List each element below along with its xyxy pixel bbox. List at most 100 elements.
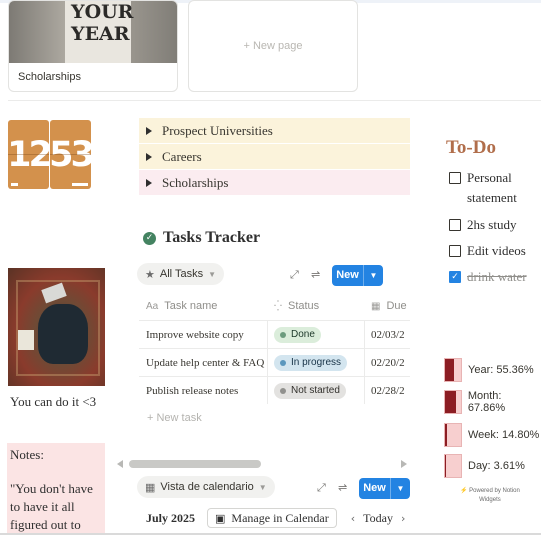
new-button-label: New: [359, 478, 391, 499]
previous-month-icon[interactable]: ‹: [351, 512, 355, 525]
task-name-cell[interactable]: Improve website copy: [139, 321, 268, 348]
status-badge[interactable]: Done: [274, 326, 321, 343]
status-dot-icon: [280, 359, 286, 366]
toggle-arrow-icon[interactable]: [146, 178, 152, 187]
table-header: Aa Task name ⁛ Status ▦ Due: [139, 292, 410, 320]
powered-line-2: Widgets: [479, 497, 501, 503]
view-selector-calendar[interactable]: ▦ Vista de calendario ▼: [137, 476, 275, 498]
todo-label[interactable]: drink water: [467, 267, 527, 287]
bolt-icon: ⚡: [460, 488, 468, 494]
due-date-cell[interactable]: 02/20/2: [365, 349, 410, 376]
status-dot-icon: [280, 331, 286, 338]
gallery-card-scholarships[interactable]: YOUR YEAR Scholarships: [8, 0, 178, 92]
status-badge[interactable]: In progress: [274, 354, 348, 371]
progress-fill: [445, 455, 446, 477]
photo-person: [38, 304, 88, 364]
calendar-icon: ▦: [145, 481, 156, 494]
todo-checkbox[interactable]: [449, 172, 461, 184]
study-photo: [8, 268, 105, 386]
toggle-scholarships[interactable]: Scholarships: [139, 170, 410, 195]
new-page-label: + New page: [243, 40, 303, 52]
poster-line-1: YOUR: [71, 1, 134, 23]
toggle-arrow-icon[interactable]: [146, 152, 152, 161]
status-property-icon: ⁛: [274, 300, 282, 312]
todo-item[interactable]: 2hs study: [449, 215, 516, 235]
status-dot-icon: [280, 387, 286, 394]
clock-hours: 12: [7, 120, 53, 189]
progress-label: Week: 14.80%: [468, 429, 540, 441]
poster-image: YOUR YEAR: [65, 1, 134, 63]
chevron-down-icon[interactable]: ▼: [364, 271, 383, 280]
todo-item[interactable]: ✓ drink water: [449, 267, 527, 287]
progress-label: Year: 55.36%: [468, 364, 534, 376]
todo-label[interactable]: Edit videos: [467, 241, 526, 261]
check-circle-icon: ✓: [143, 231, 156, 245]
next-month-icon[interactable]: ›: [401, 512, 405, 525]
progress-label: Month: 67.86%: [467, 390, 506, 414]
new-task-row[interactable]: + New task: [147, 412, 202, 424]
task-name-cell[interactable]: Publish release notes: [139, 377, 268, 404]
manage-in-calendar-button[interactable]: ▣ Manage in Calendar: [207, 508, 337, 528]
filter-settings-icon[interactable]: ⇌: [338, 481, 347, 494]
notes-title: Notes:: [10, 447, 44, 462]
todo-item[interactable]: Personal statement: [449, 168, 535, 208]
card-cover-image: YOUR YEAR: [9, 1, 177, 63]
todo-label[interactable]: 2hs study: [467, 215, 516, 235]
due-date-cell[interactable]: 02/03/2: [365, 321, 410, 348]
progress-label: Day: 3.61%: [468, 460, 525, 472]
todo-checkbox[interactable]: [449, 245, 461, 257]
filter-settings-icon[interactable]: ⇌: [311, 268, 320, 281]
column-header-due[interactable]: Due: [386, 300, 406, 312]
new-task-button[interactable]: New ▼: [332, 265, 383, 286]
calendar-month: July 2025: [146, 510, 196, 525]
table-row[interactable]: Publish release notes Not started 02/28/…: [139, 376, 410, 404]
tasks-tracker-title[interactable]: ✓ Tasks Tracker: [143, 229, 260, 247]
scroll-left-icon[interactable]: [117, 460, 123, 468]
due-date-cell[interactable]: 02/28/2: [365, 377, 410, 404]
progress-bar: [444, 358, 462, 382]
notes-callout[interactable]: Notes: "You don't have to have it all fi…: [7, 443, 105, 535]
toggle-careers[interactable]: Careers: [139, 144, 410, 169]
todo-item[interactable]: Edit videos: [449, 241, 526, 261]
expand-icon[interactable]: ⤢: [317, 481, 326, 495]
table-row[interactable]: Improve website copy Done 02/03/2: [139, 320, 410, 348]
todo-checkbox-checked[interactable]: ✓: [449, 271, 461, 283]
motivation-caption: You can do it <3: [10, 394, 97, 409]
powered-by-note[interactable]: ⚡ Powered by Notion Widgets: [460, 487, 520, 505]
chevron-down-icon[interactable]: ▼: [391, 484, 410, 493]
view-selector-all-tasks[interactable]: ★ All Tasks ▼: [137, 263, 224, 285]
progress-year: Year: 55.36%: [444, 358, 534, 382]
poster-line-2: YEAR: [71, 23, 130, 45]
status-badge[interactable]: Not started: [274, 382, 346, 399]
photo-paper: [18, 330, 34, 350]
text-property-icon: Aa: [146, 300, 159, 312]
today-button[interactable]: Today: [363, 511, 393, 526]
task-name-cell[interactable]: Update help center & FAQ: [139, 349, 268, 376]
column-header-task-name[interactable]: Task name: [164, 300, 217, 312]
progress-bar: [444, 454, 462, 478]
toggle-label: Prospect Universities: [162, 122, 273, 138]
scrollbar-thumb[interactable]: [129, 460, 261, 468]
horizontal-scrollbar[interactable]: [117, 458, 407, 470]
toggle-arrow-icon[interactable]: [146, 126, 152, 135]
section-divider: [8, 100, 541, 101]
table-row[interactable]: Update help center & FAQ In progress 02/…: [139, 348, 410, 376]
toggle-label: Careers: [162, 148, 202, 164]
scroll-right-icon[interactable]: [401, 460, 407, 468]
todo-checkbox[interactable]: [449, 219, 461, 231]
progress-bar: [444, 390, 462, 414]
progress-fill: [445, 391, 456, 413]
notes-body: "You don't have to have it all figured o…: [10, 481, 93, 532]
progress-fill: [445, 424, 448, 446]
new-event-button[interactable]: New ▼: [359, 478, 410, 499]
column-header-status[interactable]: Status: [288, 300, 319, 312]
clock-minutes-value: 53: [49, 134, 95, 175]
calendar-app-icon: ▣: [215, 511, 226, 525]
tasks-table: Aa Task name ⁛ Status ▦ Due Improve website…: [139, 292, 410, 406]
gallery-new-page-card[interactable]: + New page: [188, 0, 358, 92]
progress-bar: [444, 423, 462, 447]
todo-heading: To-Do: [446, 137, 496, 158]
toggle-prospect-universities[interactable]: Prospect Universities: [139, 118, 410, 143]
expand-icon[interactable]: ⤢: [290, 268, 299, 282]
todo-label[interactable]: Personal statement: [467, 168, 535, 208]
